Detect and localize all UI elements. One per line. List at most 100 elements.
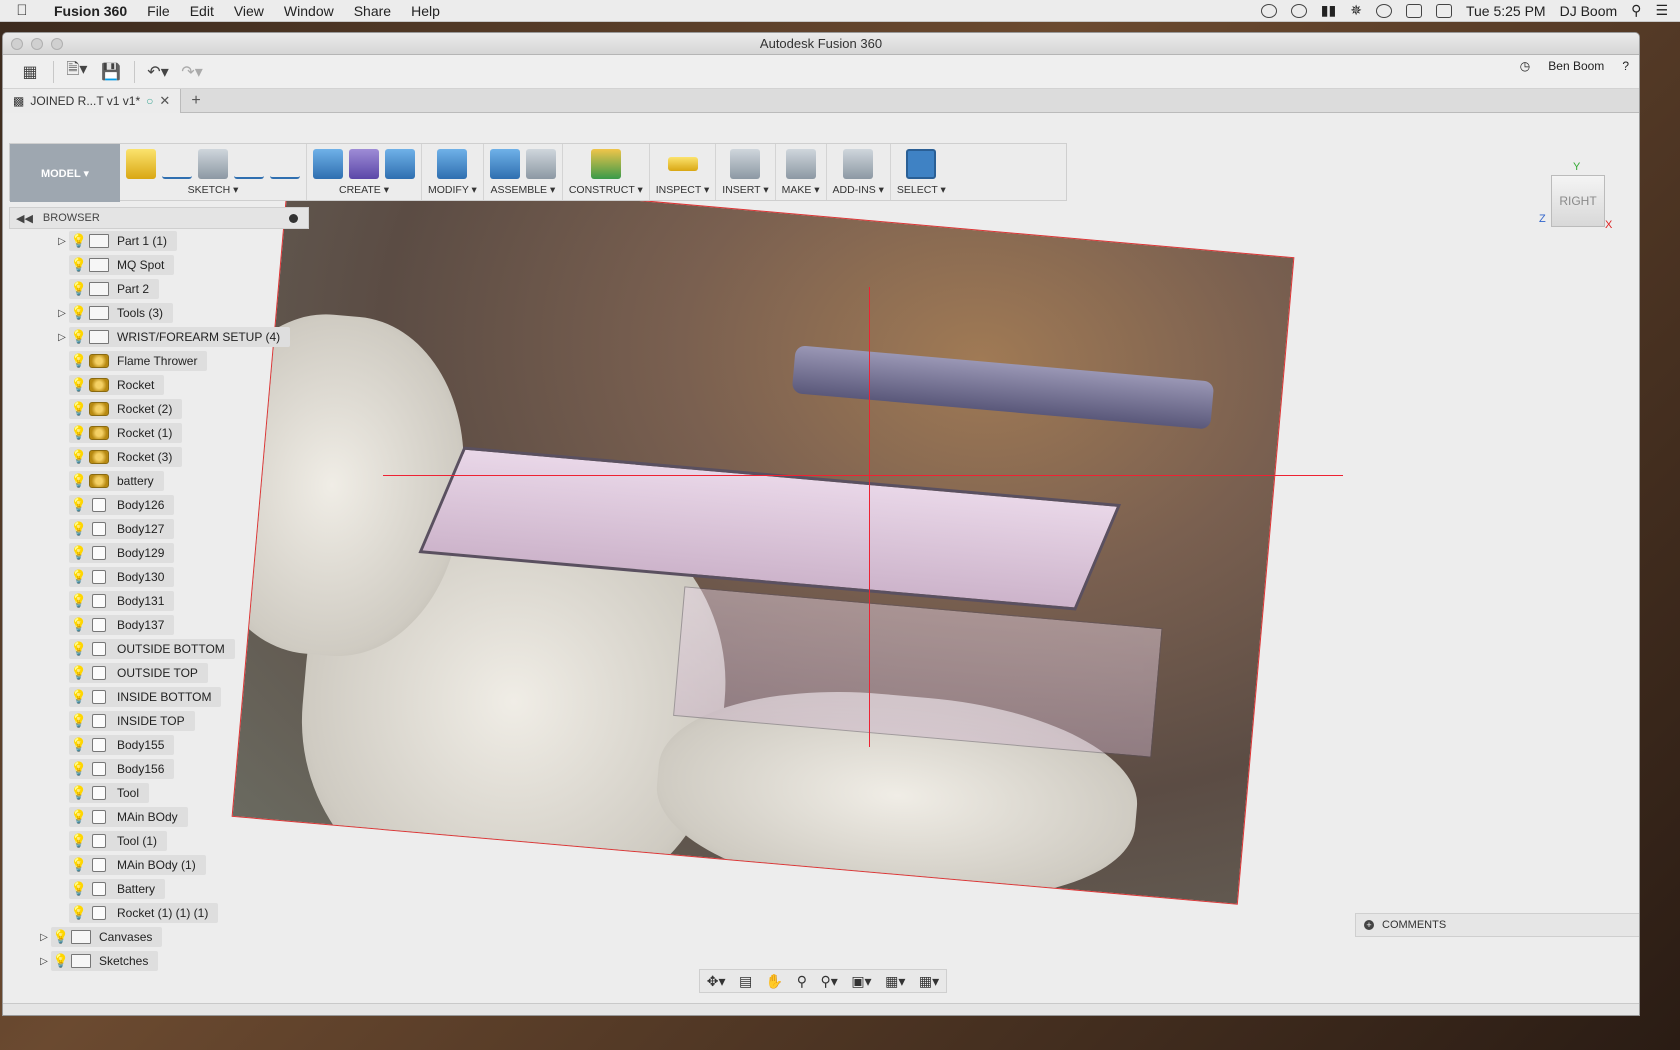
browser-item[interactable]: ▷ 💡 Tools (3) [9, 301, 309, 325]
browser-item[interactable]: 💡 Flame Thrower [9, 349, 309, 373]
browser-item[interactable]: 💡 Body156 [9, 757, 309, 781]
browser-item-pill[interactable]: 💡 Flame Thrower [69, 351, 208, 371]
browser-item[interactable]: 💡 OUTSIDE BOTTOM [9, 637, 309, 661]
visibility-bulb-icon[interactable]: 💡 [69, 497, 89, 513]
addins-menu[interactable]: ADD-INS ▾ [833, 184, 884, 200]
help-button[interactable]: ? [1622, 59, 1629, 73]
comments-panel[interactable]: + COMMENTS [1355, 913, 1639, 937]
browser-item[interactable]: 💡 battery [9, 469, 309, 493]
browser-item[interactable]: 💡 Rocket (3) [9, 445, 309, 469]
visibility-bulb-icon[interactable]: 💡 [51, 929, 71, 945]
visibility-bulb-icon[interactable]: 💡 [69, 281, 89, 297]
visibility-bulb-icon[interactable]: 💡 [69, 833, 89, 849]
app-menu[interactable]: Fusion 360 [44, 3, 137, 19]
browser-item[interactable]: 💡 Battery [9, 877, 309, 901]
sync-icon[interactable] [1290, 3, 1307, 18]
creative-cloud-icon[interactable] [1260, 3, 1277, 18]
extrude-icon[interactable] [313, 149, 343, 179]
create-menu[interactable]: CREATE ▾ [339, 184, 389, 200]
save-icon[interactable]: 💾 [94, 59, 128, 85]
sketch-menu[interactable]: SKETCH ▾ [188, 184, 239, 200]
expand-triangle-icon[interactable]: ▷ [55, 332, 69, 343]
visibility-bulb-icon[interactable]: 💡 [69, 473, 89, 489]
visibility-bulb-icon[interactable]: 💡 [69, 329, 89, 345]
browser-item-pill[interactable]: 💡 Sketches [51, 951, 159, 971]
menu-edit[interactable]: Edit [180, 3, 224, 19]
browser-item[interactable]: ▷ 💡 Canvases [9, 925, 309, 949]
apple-menu-icon[interactable]:  [0, 2, 44, 19]
visibility-bulb-icon[interactable]: 💡 [69, 257, 89, 273]
audio-levels-icon[interactable]: ▮▮ [1321, 2, 1336, 19]
browser-item[interactable]: 💡 Rocket (1) (1) (1) [9, 901, 309, 925]
browser-item-pill[interactable]: 💡 Tools (3) [69, 303, 174, 323]
browser-item-pill[interactable]: 💡 battery [69, 471, 164, 491]
browser-item-pill[interactable]: 💡 Rocket (2) [69, 399, 183, 419]
browser-item-pill[interactable]: 💡 Part 2 [69, 279, 160, 299]
visibility-bulb-icon[interactable]: 💡 [69, 233, 89, 249]
browser-item[interactable]: 💡 MAin BOdy (1) [9, 853, 309, 877]
browser-item-pill[interactable]: 💡 Tool (1) [69, 831, 168, 851]
browser-item[interactable]: 💡 Tool (1) [9, 829, 309, 853]
browser-item[interactable]: 💡 Body137 [9, 613, 309, 637]
insert-menu[interactable]: INSERT ▾ [722, 184, 768, 200]
browser-item-pill[interactable]: 💡 INSIDE BOTTOM [69, 687, 222, 707]
visibility-bulb-icon[interactable]: 💡 [69, 617, 89, 633]
zoom-icon[interactable]: ⚲ [797, 973, 807, 990]
visibility-bulb-icon[interactable]: 💡 [69, 881, 89, 897]
modify-menu[interactable]: MODIFY ▾ [428, 184, 477, 200]
browser-item-pill[interactable]: 💡 Body126 [69, 495, 175, 515]
visibility-bulb-icon[interactable]: 💡 [69, 689, 89, 705]
battery-icon[interactable] [1435, 3, 1452, 18]
browser-item-pill[interactable]: 💡 Body129 [69, 543, 175, 563]
browser-item-pill[interactable]: 💡 Rocket (1) (1) (1) [69, 903, 219, 923]
browser-item[interactable]: 💡 Body127 [9, 517, 309, 541]
browser-item[interactable]: 💡 Rocket (1) [9, 421, 309, 445]
timeline-settings-gear-icon[interactable]: ⚙ [1611, 1016, 1640, 1017]
browser-item[interactable]: 💡 OUTSIDE TOP [9, 661, 309, 685]
view-cube[interactable]: RIGHT [1551, 175, 1605, 227]
collapse-browser-icon[interactable]: ◀◀ [16, 212, 33, 225]
pan-icon[interactable]: ✋ [766, 973, 783, 990]
visibility-bulb-icon[interactable]: 💡 [69, 641, 89, 657]
menu-window[interactable]: Window [274, 3, 344, 19]
new-component-icon[interactable] [489, 149, 520, 179]
visibility-bulb-icon[interactable]: 💡 [69, 761, 89, 777]
browser-item[interactable]: 💡 Part 2 [9, 277, 309, 301]
browser-item-pill[interactable]: 💡 Canvases [51, 927, 163, 947]
browser-item-pill[interactable]: 💡 Tool [69, 783, 150, 803]
visibility-bulb-icon[interactable]: 💡 [69, 305, 89, 321]
browser-item-pill[interactable]: 💡 Body155 [69, 735, 175, 755]
fit-icon[interactable]: ⚲▾ [821, 973, 838, 990]
menu-help[interactable]: Help [401, 3, 450, 19]
file-menu-icon[interactable]: 🗎▾ [60, 59, 94, 85]
browser-item-pill[interactable]: 💡 MQ Spot [69, 255, 175, 275]
make-menu[interactable]: MAKE ▾ [782, 184, 820, 200]
browser-item-pill[interactable]: 💡 Rocket [69, 375, 165, 395]
minimize-window-button[interactable] [31, 38, 43, 50]
browser-item[interactable]: 💡 Body155 [9, 733, 309, 757]
browser-item-pill[interactable]: 💡 MAin BOdy (1) [69, 855, 206, 875]
bluetooth-icon[interactable]: ✵ [1350, 2, 1362, 19]
browser-minimize-icon[interactable] [289, 213, 298, 223]
browser-item-pill[interactable]: 💡 MAin BOdy [69, 807, 188, 827]
browser-item-pill[interactable]: 💡 Rocket (3) [69, 447, 183, 467]
browser-item-pill[interactable]: 💡 Body130 [69, 567, 175, 587]
select-icon[interactable] [906, 149, 937, 179]
document-tab[interactable]: ▩ JOINED R...T v1 v1* ○ ✕ [3, 88, 182, 113]
zoom-window-button[interactable] [51, 38, 63, 50]
browser-item-pill[interactable]: 💡 Body137 [69, 615, 175, 635]
browser-item[interactable]: 💡 Body130 [9, 565, 309, 589]
browser-item-pill[interactable]: 💡 Part 1 (1) [69, 231, 178, 251]
offset-plane-icon[interactable] [590, 149, 621, 179]
browser-item[interactable]: 💡 INSIDE TOP [9, 709, 309, 733]
inspect-menu[interactable]: INSPECT ▾ [656, 184, 710, 200]
grid-settings-icon[interactable]: ▦▾ [885, 973, 905, 990]
visibility-bulb-icon[interactable]: 💡 [69, 665, 89, 681]
visibility-bulb-icon[interactable]: 💡 [69, 569, 89, 585]
point-icon[interactable] [270, 149, 300, 179]
browser-item[interactable]: 💡 Body126 [9, 493, 309, 517]
viewports-icon[interactable]: ▦▾ [919, 973, 939, 990]
browser-item-pill[interactable]: 💡 OUTSIDE BOTTOM [69, 639, 235, 659]
expand-triangle-icon[interactable]: ▷ [55, 236, 69, 247]
browser-item-pill[interactable]: 💡 Rocket (1) [69, 423, 183, 443]
